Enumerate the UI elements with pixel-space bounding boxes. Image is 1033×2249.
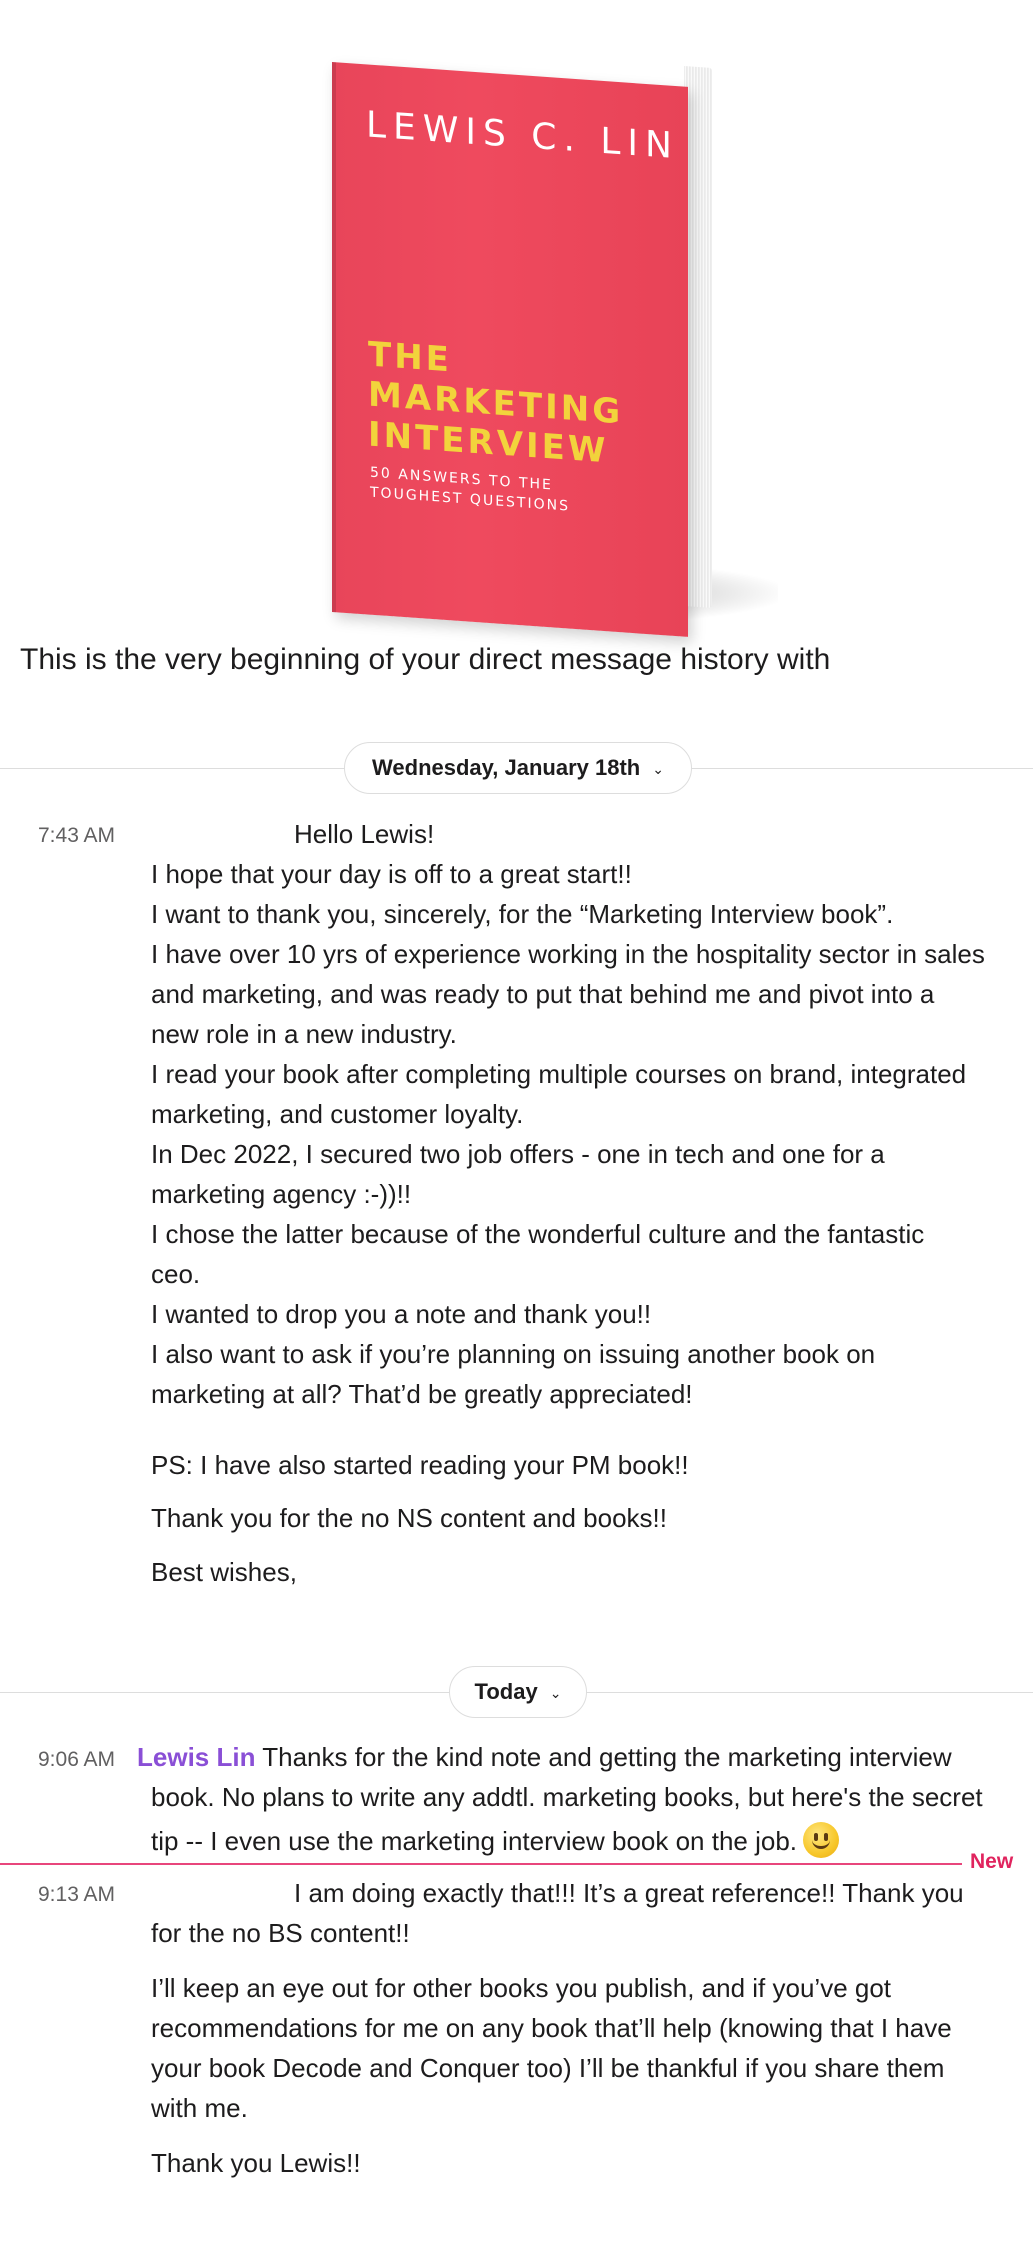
message-line: In Dec 2022, I secured two job offers - …	[151, 1139, 885, 1169]
message-text: tip -- I even use the marketing intervie…	[151, 1826, 798, 1856]
chevron-down-icon: ⌄	[549, 1684, 562, 1701]
message-line: I’ll keep an eye out for other books you…	[151, 1973, 892, 2003]
message-line: for the no BS content!!	[151, 1918, 410, 1948]
message-line: with me.	[151, 2093, 248, 2123]
new-messages-label: New	[970, 1850, 1014, 1873]
date-label: Wednesday, January 18th	[372, 755, 641, 780]
date-divider-pill[interactable]: Wednesday, January 18th ⌄	[344, 742, 692, 794]
message-line: ceo.	[151, 1259, 201, 1289]
message-line: I hope that your day is off to a great s…	[151, 859, 632, 889]
message-line: I want to thank you, sincerely, for the …	[151, 899, 894, 929]
message-line: Thank you Lewis!!	[151, 2148, 361, 2178]
book-title: THE MARKETING INTERVIEW	[368, 335, 668, 476]
message-line: I wanted to drop you a note and thank yo…	[151, 1299, 652, 1329]
message-line: Thank you for the no NS content and book…	[151, 1503, 667, 1533]
message-line: marketing agency :-))!!	[151, 1179, 412, 1209]
message-line: I also want to ask if you’re planning on…	[151, 1339, 876, 1369]
book-spine-edge	[332, 62, 336, 613]
message-line: book. No plans to write any addtl. marke…	[151, 1782, 983, 1812]
message-timestamp[interactable]: 9:06 AM	[38, 1748, 115, 1772]
message-line: marketing, and customer loyalty.	[151, 1099, 524, 1129]
message-line: I chose the latter because of the wonder…	[151, 1219, 925, 1249]
book-author: LEWIS C. LIN	[366, 104, 679, 168]
book-subtitle: 50 ANSWERS TO THE TOUGHEST QUESTIONS	[370, 463, 570, 517]
message-line: your book Decode and Conquer too) I’ll b…	[151, 2053, 945, 2083]
slightly-smiling-face-icon[interactable]	[803, 1822, 840, 1858]
chevron-down-icon: ⌄	[652, 760, 664, 777]
message-timestamp[interactable]: 9:13 AM	[38, 1883, 115, 1907]
message-timestamp[interactable]: 7:43 AM	[38, 824, 115, 848]
message-line: Hello Lewis!	[294, 819, 435, 849]
book-pages	[684, 66, 712, 608]
message-line: Lewis Lin Thanks for the kind note and g…	[137, 1742, 952, 1773]
message-line: Best wishes,	[151, 1557, 297, 1587]
message-line: marketing at all? That’d be greatly appr…	[151, 1379, 693, 1409]
message-line: recommendations for me on any book that’…	[151, 2013, 952, 2043]
date-label: Today	[474, 1679, 538, 1704]
message-line: I have over 10 yrs of experience working…	[151, 939, 985, 969]
date-divider-pill[interactable]: Today ⌄	[449, 1666, 587, 1718]
dm-intro-text: This is the very beginning of your direc…	[20, 643, 831, 676]
sender-name[interactable]: Lewis Lin	[137, 1742, 255, 1772]
message-line: and marketing, and was ready to put that…	[151, 979, 935, 1009]
message-line: PS: I have also started reading your PM …	[151, 1450, 689, 1480]
message-line: I read your book after completing multip…	[151, 1059, 967, 1089]
book-cover-image: LEWIS C. LIN THE MARKETING INTERVIEW 50 …	[328, 58, 778, 637]
book-front-cover: LEWIS C. LIN THE MARKETING INTERVIEW 50 …	[332, 62, 688, 637]
message-text: Thanks for the kind note and getting the…	[262, 1742, 952, 1772]
new-messages-line	[0, 1863, 962, 1865]
message-line: I am doing exactly that!!! It’s a great …	[294, 1878, 964, 1908]
message-line: tip -- I even use the marketing intervie…	[151, 1822, 840, 1858]
message-line: new role in a new industry.	[151, 1019, 457, 1049]
